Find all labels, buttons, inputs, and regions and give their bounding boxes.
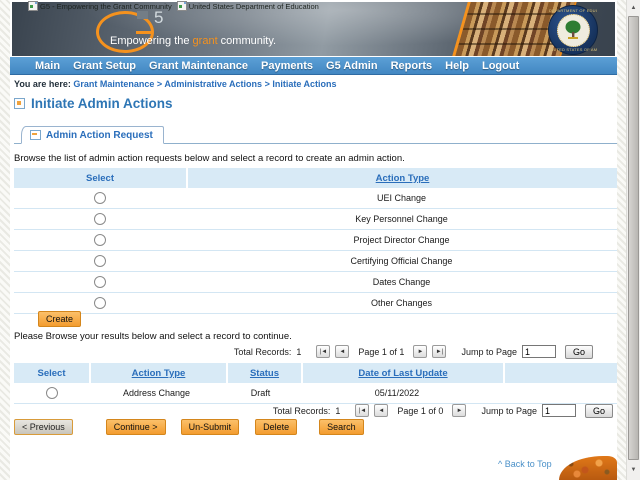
continue-button[interactable]: Continue >: [106, 419, 166, 435]
total-records-label: Total Records:: [273, 406, 331, 416]
previous-button[interactable]: < Previous: [14, 419, 73, 435]
search-button[interactable]: Search: [319, 419, 364, 435]
jump-to-page-label: Jump to Page: [481, 406, 537, 416]
decorative-footer-image: [559, 456, 617, 480]
department-of-education-seal: DEPARTMENT OF EDUCATION UNITED STATES OF…: [548, 5, 598, 55]
tab-icon: [30, 130, 41, 140]
tab-admin-action-request[interactable]: Admin Action Request: [21, 126, 164, 144]
table-row: Other Changes: [14, 293, 617, 314]
go-button[interactable]: Go: [585, 404, 613, 418]
seal-text-top: DEPARTMENT OF EDUCATION: [549, 8, 597, 13]
create-button[interactable]: Create: [38, 311, 81, 327]
nav-help[interactable]: Help: [445, 60, 469, 72]
g5-home-link[interactable]: G5 - Empowering the Grant Community: [28, 1, 172, 11]
radio-dates-change[interactable]: [94, 276, 106, 288]
nav-logout[interactable]: Logout: [482, 60, 519, 72]
table-row: Certifying Official Change: [14, 251, 617, 272]
banner-alt-links: G5 - Empowering the Grant Community Unit…: [28, 1, 319, 11]
nav-grant-maintenance[interactable]: Grant Maintenance: [149, 60, 248, 72]
table-header-row: Select Action Type: [14, 168, 617, 188]
header-status: Status: [228, 363, 301, 383]
jump-to-page-input[interactable]: [542, 404, 576, 417]
radio-project-director-change[interactable]: [94, 234, 106, 246]
seal-inner: [557, 14, 590, 47]
table-row: Project Director Change: [14, 230, 617, 251]
vertical-scrollbar[interactable]: ▲ ▼: [626, 0, 640, 480]
first-page-button[interactable]: |◄: [355, 404, 369, 417]
pager-bottom: Total Records: 1 |◄ ◄ Page 1 of 0 ► Jump…: [273, 403, 613, 418]
nav-payments[interactable]: Payments: [261, 60, 313, 72]
last-page-button[interactable]: ►|: [432, 345, 446, 358]
total-records-value: 1: [335, 406, 340, 416]
ed-link[interactable]: United States Department of Education: [177, 1, 319, 11]
nav-grant-setup[interactable]: Grant Setup: [73, 60, 136, 72]
action-buttons: < Previous Continue > Un-Submit Delete S…: [14, 419, 364, 435]
previous-page-button[interactable]: ◄: [374, 404, 388, 417]
header-spacer: [505, 363, 617, 383]
header-action-type: Action Type: [188, 168, 617, 188]
table-row: Key Personnel Change: [14, 209, 617, 230]
scrollbar-thumb[interactable]: [628, 16, 639, 460]
breadcrumb: You are here: Grant Maintenance > Admini…: [14, 79, 337, 89]
nav-main[interactable]: Main: [35, 60, 60, 72]
radio-key-personnel-change[interactable]: [94, 213, 106, 225]
jump-to-page-input[interactable]: [522, 345, 556, 358]
nav-reports[interactable]: Reports: [391, 60, 433, 72]
action-type-table: Select Action Type UEI Change Key Person…: [14, 168, 617, 314]
table-row: Dates Change: [14, 272, 617, 293]
radio-other-changes[interactable]: [94, 297, 106, 309]
total-records-label: Total Records:: [234, 347, 292, 357]
intro-text: Browse the list of admin action requests…: [14, 153, 405, 164]
results-note: Please Browse your results below and sel…: [14, 331, 292, 342]
broken-image-icon: [28, 1, 38, 11]
results-table: Select Action Type Status Date of Last U…: [14, 363, 617, 404]
g5-logo-five: 5: [154, 8, 164, 28]
page-title-icon: [14, 98, 25, 109]
nav-g5-admin[interactable]: G5 Admin: [326, 60, 378, 72]
seal-text-bottom: UNITED STATES OF AMERICA: [549, 47, 597, 52]
unsubmit-button[interactable]: Un-Submit: [181, 419, 240, 435]
header-select: Select: [14, 363, 89, 383]
radio-uei-change[interactable]: [94, 192, 106, 204]
first-page-button[interactable]: |◄: [316, 345, 330, 358]
delete-button[interactable]: Delete: [255, 419, 297, 435]
previous-page-button[interactable]: ◄: [335, 345, 349, 358]
result-date: 05/11/2022: [297, 383, 497, 403]
pager-top: Total Records: 1 |◄ ◄ Page 1 of 1 ► ►| J…: [234, 344, 593, 359]
breadcrumb-initiate-actions[interactable]: Initiate Actions: [272, 79, 336, 89]
page-container: 5 Empowering the grant community. DEPART…: [10, 0, 617, 480]
result-action-type: Address Change: [89, 383, 224, 403]
tab-strip: Admin Action Request: [14, 126, 617, 144]
radio-certifying-official-change[interactable]: [94, 255, 106, 267]
total-records-value: 1: [296, 347, 301, 357]
banner-tagline: Empowering the grant community.: [110, 35, 276, 47]
scroll-down-arrow-icon[interactable]: ▼: [627, 464, 640, 476]
header-date-of-last-update: Date of Last Update: [303, 363, 503, 383]
go-button[interactable]: Go: [565, 345, 593, 359]
page-indicator: Page 1 of 0: [397, 406, 443, 416]
seal-tree-icon: [563, 19, 583, 41]
breadcrumb-grant-maintenance[interactable]: Grant Maintenance: [73, 79, 154, 89]
broken-image-icon: [177, 1, 187, 11]
table-header-row: Select Action Type Status Date of Last U…: [14, 363, 617, 383]
table-row: UEI Change: [14, 188, 617, 209]
result-status: Draft: [224, 383, 297, 403]
header-select: Select: [14, 168, 186, 188]
scroll-up-arrow-icon[interactable]: ▲: [627, 2, 640, 14]
back-to-top-link[interactable]: ^ Back to Top: [498, 459, 552, 469]
table-row: Address Change Draft 05/11/2022: [14, 383, 617, 404]
jump-to-page-label: Jump to Page: [461, 347, 517, 357]
main-navbar: Main Grant Setup Grant Maintenance Payme…: [10, 57, 617, 75]
radio-address-change[interactable]: [46, 387, 58, 399]
page-title: Initiate Admin Actions: [14, 96, 173, 111]
header-action-type: Action Type: [91, 363, 226, 383]
page-indicator: Page 1 of 1: [358, 347, 404, 357]
breadcrumb-administrative-actions[interactable]: Administrative Actions: [164, 79, 262, 89]
next-page-button[interactable]: ►: [452, 404, 466, 417]
next-page-button[interactable]: ►: [413, 345, 427, 358]
breadcrumb-prefix: You are here:: [14, 79, 71, 89]
